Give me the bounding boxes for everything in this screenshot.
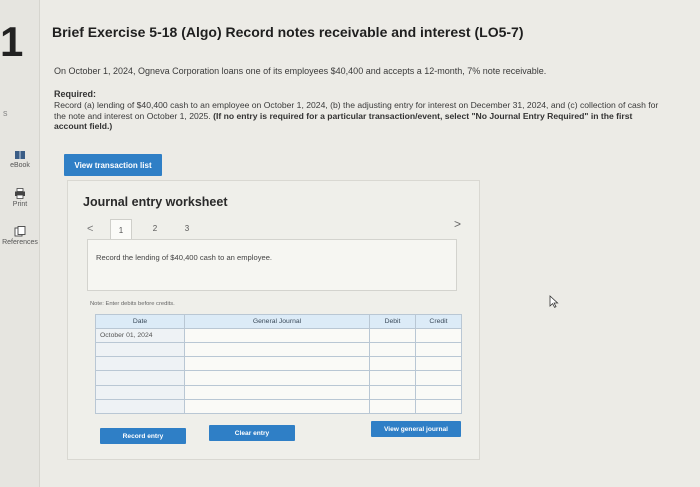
date-cell <box>95 370 185 386</box>
journal-table: Date General Journal Debit Credit Octobe… <box>95 314 462 415</box>
debit-cell[interactable] <box>369 370 416 386</box>
references-tool[interactable]: References <box>0 226 40 246</box>
account-cell[interactable] <box>184 398 370 415</box>
tab-1[interactable]: 1 <box>110 219 132 241</box>
next-transaction-arrow[interactable]: > <box>454 217 461 231</box>
table-row <box>95 384 462 400</box>
debit-cell[interactable] <box>369 356 416 372</box>
required-label: Required: <box>54 89 97 99</box>
note-text: Note: Enter debits before credits. <box>90 301 175 307</box>
credit-cell[interactable] <box>415 398 462 415</box>
account-cell[interactable] <box>184 327 370 344</box>
credit-cell[interactable] <box>415 342 462 358</box>
header-general-journal: General Journal <box>184 314 370 329</box>
table-row <box>95 398 462 415</box>
tab-2[interactable]: 2 <box>144 219 166 237</box>
date-cell <box>95 398 185 415</box>
required-text: Record (a) lending of $40,400 cash to an… <box>54 100 664 132</box>
account-cell[interactable] <box>184 356 370 372</box>
references-label: References <box>2 239 38 246</box>
debit-cell[interactable] <box>369 384 416 400</box>
problem-intro: On October 1, 2024, Ogneva Corporation l… <box>54 66 547 76</box>
header-debit: Debit <box>369 314 416 329</box>
journal-entry-worksheet: Journal entry worksheet < 1 2 3 > Record… <box>67 180 480 460</box>
clear-entry-button[interactable]: Clear entry <box>209 425 295 441</box>
date-cell <box>95 356 185 372</box>
printer-icon <box>15 188 25 199</box>
tab-3[interactable]: 3 <box>176 219 198 237</box>
credit-cell[interactable] <box>415 370 462 386</box>
table-row <box>95 342 462 358</box>
debit-cell[interactable] <box>369 327 416 344</box>
prev-transaction-arrow[interactable]: < <box>87 223 93 235</box>
date-cell[interactable]: October 01, 2024 <box>95 327 185 344</box>
account-cell[interactable] <box>184 384 370 400</box>
stray-letter: s <box>3 108 8 118</box>
table-row <box>95 356 462 372</box>
account-cell[interactable] <box>184 342 370 358</box>
date-cell <box>95 342 185 358</box>
instruction-box: Record the lending of $40,400 cash to an… <box>87 239 457 291</box>
worksheet-title: Journal entry worksheet <box>83 195 228 209</box>
credit-cell[interactable] <box>415 327 462 344</box>
credit-cell[interactable] <box>415 356 462 372</box>
book-icon <box>15 151 25 159</box>
instruction-text: Record the lending of $40,400 cash to an… <box>96 253 273 262</box>
record-entry-button[interactable]: Record entry <box>100 428 186 444</box>
mouse-cursor-icon <box>549 295 559 308</box>
account-cell[interactable] <box>184 370 370 386</box>
print-label: Print <box>12 201 28 208</box>
references-icon <box>14 226 26 237</box>
page-title: Brief Exercise 5-18 (Algo) Record notes … <box>52 24 524 40</box>
debit-cell[interactable] <box>369 342 416 358</box>
debit-cell[interactable] <box>369 398 416 415</box>
credit-cell[interactable] <box>415 384 462 400</box>
header-credit: Credit <box>415 314 462 329</box>
question-number: 1 <box>0 18 24 65</box>
table-row <box>95 370 462 386</box>
table-row: October 01, 2024 <box>95 327 462 344</box>
print-tool[interactable]: Print <box>0 188 40 208</box>
ebook-tool[interactable]: eBook <box>0 150 40 169</box>
header-date: Date <box>95 314 185 329</box>
ebook-label: eBook <box>10 162 30 169</box>
date-cell <box>95 384 185 400</box>
view-general-journal-button[interactable]: View general journal <box>371 421 461 437</box>
view-transaction-list-button[interactable]: View transaction list <box>64 154 162 176</box>
